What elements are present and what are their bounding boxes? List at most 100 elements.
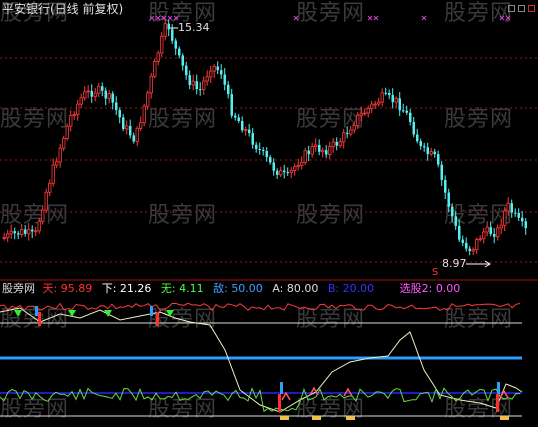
candle-body bbox=[9, 230, 13, 235]
minimize-icon[interactable] bbox=[508, 5, 515, 12]
red-indicator-line bbox=[0, 302, 521, 311]
candle-body bbox=[209, 70, 213, 78]
candle-body bbox=[429, 151, 433, 155]
candle-body bbox=[521, 217, 524, 222]
candle-body bbox=[489, 227, 492, 235]
candle-body bbox=[205, 76, 209, 82]
red-signal-bar bbox=[278, 394, 281, 412]
candle-body bbox=[195, 81, 198, 90]
candle-body bbox=[62, 138, 66, 149]
candle-body bbox=[76, 103, 80, 115]
candle-body bbox=[24, 229, 27, 234]
maximize-icon[interactable] bbox=[518, 5, 525, 12]
candle-body bbox=[234, 115, 237, 118]
candle-body bbox=[440, 164, 443, 180]
candle-body bbox=[2, 237, 6, 239]
purple-x-marker bbox=[155, 15, 161, 21]
candle-body bbox=[461, 239, 464, 243]
red-signal-bar bbox=[156, 312, 159, 326]
candle-body bbox=[237, 117, 240, 121]
candle-body bbox=[402, 110, 405, 112]
candle-body bbox=[325, 150, 328, 155]
indicator-value-tian: 95.89 bbox=[60, 282, 93, 295]
candle-body bbox=[342, 132, 346, 143]
bottom-signal-markers bbox=[280, 416, 509, 420]
indicator-value-a: 80.00 bbox=[286, 282, 319, 295]
candle-body bbox=[185, 65, 188, 76]
candle-body bbox=[447, 192, 450, 207]
candle-body bbox=[349, 129, 353, 135]
candle-body bbox=[97, 85, 101, 94]
candle-body bbox=[363, 112, 367, 115]
candle-body bbox=[384, 92, 387, 94]
candle-body bbox=[328, 146, 332, 155]
candle-body bbox=[423, 146, 426, 148]
indicator-key-wu: 无 bbox=[160, 282, 172, 295]
candle-body bbox=[331, 141, 335, 147]
candle-body bbox=[499, 224, 503, 229]
purple-x-marker bbox=[293, 15, 299, 21]
candle-body bbox=[394, 97, 398, 103]
candle-body bbox=[6, 233, 10, 238]
purple-x-marker bbox=[505, 15, 511, 21]
candle-body bbox=[171, 29, 174, 41]
candle-body bbox=[307, 150, 310, 155]
candle-body bbox=[191, 80, 195, 86]
candle-body bbox=[303, 150, 307, 163]
indicator-value-xuangu: 0.00 bbox=[435, 282, 461, 295]
candle-body bbox=[398, 98, 401, 111]
candle-body bbox=[51, 164, 55, 184]
candle-body bbox=[380, 92, 384, 103]
candle-body bbox=[178, 48, 181, 56]
low-price-label: 8.97 bbox=[442, 257, 467, 270]
candle-body bbox=[255, 144, 258, 150]
candle-body bbox=[437, 154, 440, 165]
candle-body bbox=[142, 105, 146, 124]
candle-body bbox=[17, 233, 20, 235]
candle-body bbox=[352, 124, 356, 131]
candle-body bbox=[300, 161, 304, 166]
indicator-bar: 股旁网 天: 95.89 下: 21.26 无: 4.11 敌: 50.00 A… bbox=[2, 282, 461, 295]
candle-body bbox=[468, 248, 471, 252]
indicator-value-wu: 4.11 bbox=[179, 282, 204, 295]
candle-body bbox=[199, 89, 202, 91]
candle-body bbox=[296, 164, 300, 168]
candle-body bbox=[149, 75, 153, 94]
indicator-value-di: 50.00 bbox=[231, 282, 263, 295]
candle-body bbox=[86, 90, 90, 93]
sell-marker-label: S bbox=[432, 267, 439, 278]
candle-body bbox=[132, 135, 135, 142]
candle-body bbox=[65, 125, 69, 139]
candle-body bbox=[101, 86, 104, 91]
candle-body bbox=[248, 129, 251, 134]
candle-body bbox=[433, 151, 436, 155]
candle-body bbox=[181, 55, 184, 66]
candle-body bbox=[272, 162, 275, 171]
purple-x-marker bbox=[173, 15, 179, 21]
candle-body bbox=[227, 84, 230, 95]
purple-x-marker bbox=[149, 15, 155, 21]
indicator-key-tian: 天 bbox=[42, 282, 54, 295]
candle-body bbox=[104, 90, 107, 99]
candle-body bbox=[107, 93, 111, 99]
candle-body bbox=[202, 80, 206, 90]
candle-body bbox=[13, 231, 16, 234]
candle-body bbox=[388, 92, 391, 96]
candle-body bbox=[220, 70, 223, 75]
green-indicator-line bbox=[0, 387, 521, 413]
candle-body bbox=[359, 112, 363, 116]
candle-body bbox=[517, 212, 520, 218]
candle-body bbox=[216, 66, 219, 71]
red-signal-bar bbox=[496, 394, 499, 412]
indicator-key-a: A bbox=[272, 282, 280, 295]
candlestick-series bbox=[2, 17, 527, 256]
yellow-marker bbox=[346, 416, 355, 420]
candle-body bbox=[276, 170, 279, 175]
red-signal-bar bbox=[38, 312, 41, 326]
candle-body bbox=[135, 127, 139, 142]
candle-body bbox=[314, 144, 318, 148]
close-icon[interactable] bbox=[528, 5, 535, 12]
candle-body bbox=[37, 220, 41, 232]
blue-signal-bar bbox=[150, 306, 153, 316]
candle-body bbox=[223, 74, 226, 85]
